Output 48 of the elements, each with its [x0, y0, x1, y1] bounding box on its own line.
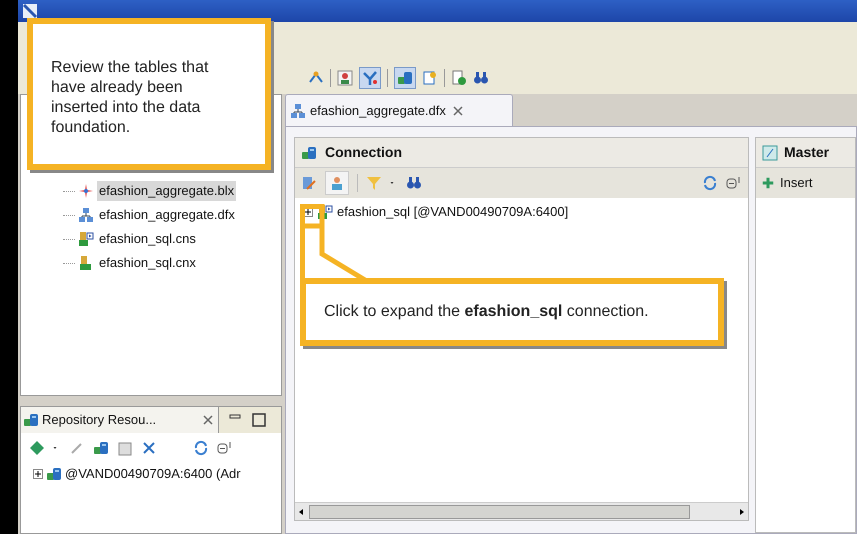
tree-item[interactable]: efashion_sql.cns: [97, 229, 198, 249]
callout-text: Review the tables that have already been inserted into the data foundation.: [51, 59, 208, 136]
connection-icon: [78, 255, 94, 271]
document-check-icon[interactable]: [451, 70, 467, 86]
delete-icon[interactable]: [141, 440, 157, 456]
database-icon: [46, 466, 62, 482]
database-icon: [301, 144, 317, 160]
pane-title: Connection: [325, 143, 402, 162]
collapse-all-icon[interactable]: [726, 175, 742, 191]
star-burst-icon: [78, 183, 94, 199]
database-icon: [397, 70, 413, 86]
toggle-button[interactable]: [359, 67, 381, 89]
scroll-left-icon[interactable]: [297, 508, 305, 516]
add-icon[interactable]: [29, 440, 45, 456]
panel-tab[interactable]: Repository Resou...: [21, 407, 219, 433]
binoculars-icon[interactable]: [406, 175, 422, 191]
edit-icon[interactable]: [301, 175, 317, 191]
toggle-button[interactable]: [394, 67, 416, 89]
plus-icon: [762, 177, 774, 189]
person-icon: [329, 175, 345, 191]
expand-toggle[interactable]: [33, 469, 43, 479]
editor-tab[interactable]: efashion_aggregate.dfx: [285, 94, 513, 126]
tree-item[interactable]: efashion_sql.cnx: [97, 253, 198, 273]
horizontal-scrollbar[interactable]: [295, 502, 748, 520]
tree-item[interactable]: efashion_aggregate.blx: [97, 181, 236, 201]
database-icon: [23, 412, 39, 428]
pane-title: Master: [784, 143, 830, 162]
tree-item[interactable]: efashion_sql [@VAND00490709A:6400]: [337, 202, 568, 222]
app-icon: [22, 3, 38, 19]
tree-item[interactable]: @VAND00490709A:6400 (Adr: [65, 464, 241, 484]
person-icon[interactable]: [337, 70, 353, 86]
binoculars-icon[interactable]: [473, 70, 489, 86]
toggle-button[interactable]: [325, 171, 349, 195]
refresh-icon[interactable]: [193, 440, 209, 456]
panel-title: Repository Resou...: [42, 411, 156, 430]
refresh-icon[interactable]: [702, 175, 718, 191]
collapse-all-icon[interactable]: [217, 440, 233, 456]
network-icon: [290, 102, 306, 118]
callout-text: Click to expand the efashion_sql connection.: [324, 302, 649, 322]
maximize-icon[interactable]: [251, 412, 267, 428]
tree-item[interactable]: efashion_aggregate.dfx: [97, 205, 237, 225]
network-icon: [78, 207, 94, 223]
scroll-right-icon[interactable]: [738, 508, 746, 516]
connection-icon: [78, 231, 94, 247]
connection-icon: [317, 204, 333, 220]
clipboard-icon[interactable]: [117, 440, 133, 456]
fork-icon: [362, 70, 378, 86]
database-icon[interactable]: [93, 440, 109, 456]
